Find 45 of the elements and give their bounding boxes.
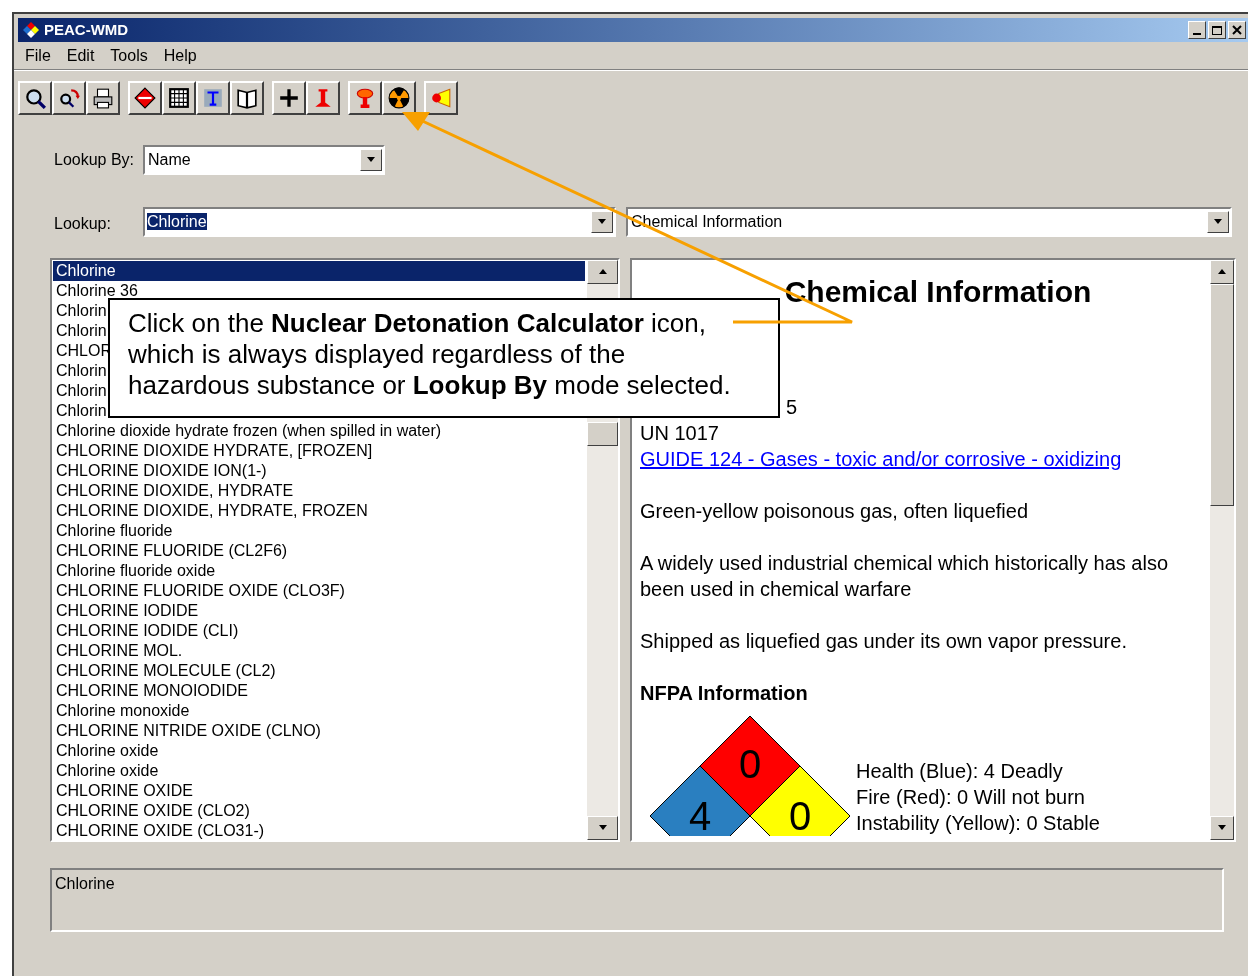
lookup-by-dropdown[interactable]: Name xyxy=(143,145,385,175)
menu-item[interactable]: Edit xyxy=(65,43,96,68)
list-item[interactable]: CHLORINE IODIDE xyxy=(53,601,585,621)
list-item[interactable]: CHLORINE OXIDE (CLO2) xyxy=(53,801,585,821)
info-paragraph: A widely used industrial chemical which historically has also been used in chemical warfare xyxy=(640,551,1170,602)
lookup-combobox[interactable]: Chlorine xyxy=(143,207,616,237)
status-text: Chlorine xyxy=(55,875,115,892)
list-item[interactable]: Chlorine monoxide xyxy=(53,701,585,721)
list-item[interactable]: CHLORINE DIOXIDE HYDRATE, [FROZEN] xyxy=(53,441,585,461)
list-item[interactable]: Chlorine fluoride xyxy=(53,521,585,541)
list-item[interactable]: Chlorine 36 xyxy=(53,281,585,301)
menu-item[interactable]: Help xyxy=(162,43,198,68)
list-item[interactable]: CHLORINE MOL. xyxy=(53,641,585,661)
list-item[interactable]: Chlorine xyxy=(53,261,585,281)
list-item[interactable]: CHLORINE IODIDE (CLI) xyxy=(53,621,585,641)
nfpa-rating-text: Fire (Red): 0 Will not burn xyxy=(856,785,1085,810)
list-item[interactable]: Chlorine fluoride oxide xyxy=(53,561,585,581)
list-item[interactable]: CHLORINE DIOXIDE, HYDRATE xyxy=(53,481,585,501)
list-item[interactable]: CHLORINE NITRIDE OXIDE (CLNO) xyxy=(53,721,585,741)
list-item[interactable]: CHLORINE OXIDE xyxy=(53,781,585,801)
info-paragraph: Shipped as liquefied gas under its own vapor pressure. xyxy=(640,629,1128,654)
lookup-label: Lookup: xyxy=(54,214,112,234)
list-item[interactable]: CHLORINE FLUORIDE (CL2F6) xyxy=(53,541,585,561)
list-item[interactable]: Chlorine oxide xyxy=(53,761,585,781)
list-item[interactable]: CHLORINE MOLECULE (CL2) xyxy=(53,661,585,681)
menu-item[interactable]: File xyxy=(24,43,52,68)
callout-text: Click on the Nuclear Detonation Calculator icon, which is always displayed regardless of the hazardous substance or Lookup By mode selected. xyxy=(128,308,732,401)
list-item[interactable]: Chlorine oxide xyxy=(53,741,585,761)
menu-item[interactable]: Tools xyxy=(109,43,149,68)
info-heading: Chemical Information xyxy=(783,274,1093,310)
list-item[interactable]: CHLORINE DIOXIDE, HYDRATE, FROZEN xyxy=(53,501,585,521)
lookup-by-label: Lookup By: xyxy=(54,150,136,170)
guide-link[interactable]: GUIDE 124 - Gases - toxic and/or corrosive - oxidizing xyxy=(640,446,1122,472)
info-paragraph: Green-yellow poisonous gas, often liquefied xyxy=(640,499,1030,524)
nfpa-rating-text: Health (Blue): 4 Deadly xyxy=(856,759,1063,784)
un-number: UN 1017 xyxy=(640,421,719,446)
nfpa-rating-text: Instability (Yellow): 0 Stable xyxy=(856,811,1100,836)
window-title: PEAC-WMD xyxy=(44,19,129,40)
info-text: 5 xyxy=(786,395,798,420)
list-item[interactable]: Chlorine dioxide hydrate frozen (when spilled in water) xyxy=(53,421,585,441)
nfpa-heading: NFPA Information xyxy=(640,681,808,706)
list-item[interactable]: CHLORINE DIOXIDE ION(1-) xyxy=(53,461,585,481)
list-item[interactable]: CHLORINE OXIDE (CLO31-) xyxy=(53,821,585,840)
list-item[interactable]: CHLORINE MONOIODIDE xyxy=(53,681,585,701)
list-item[interactable]: CHLORINE FLUORIDE OXIDE (CLO3F) xyxy=(53,581,585,601)
